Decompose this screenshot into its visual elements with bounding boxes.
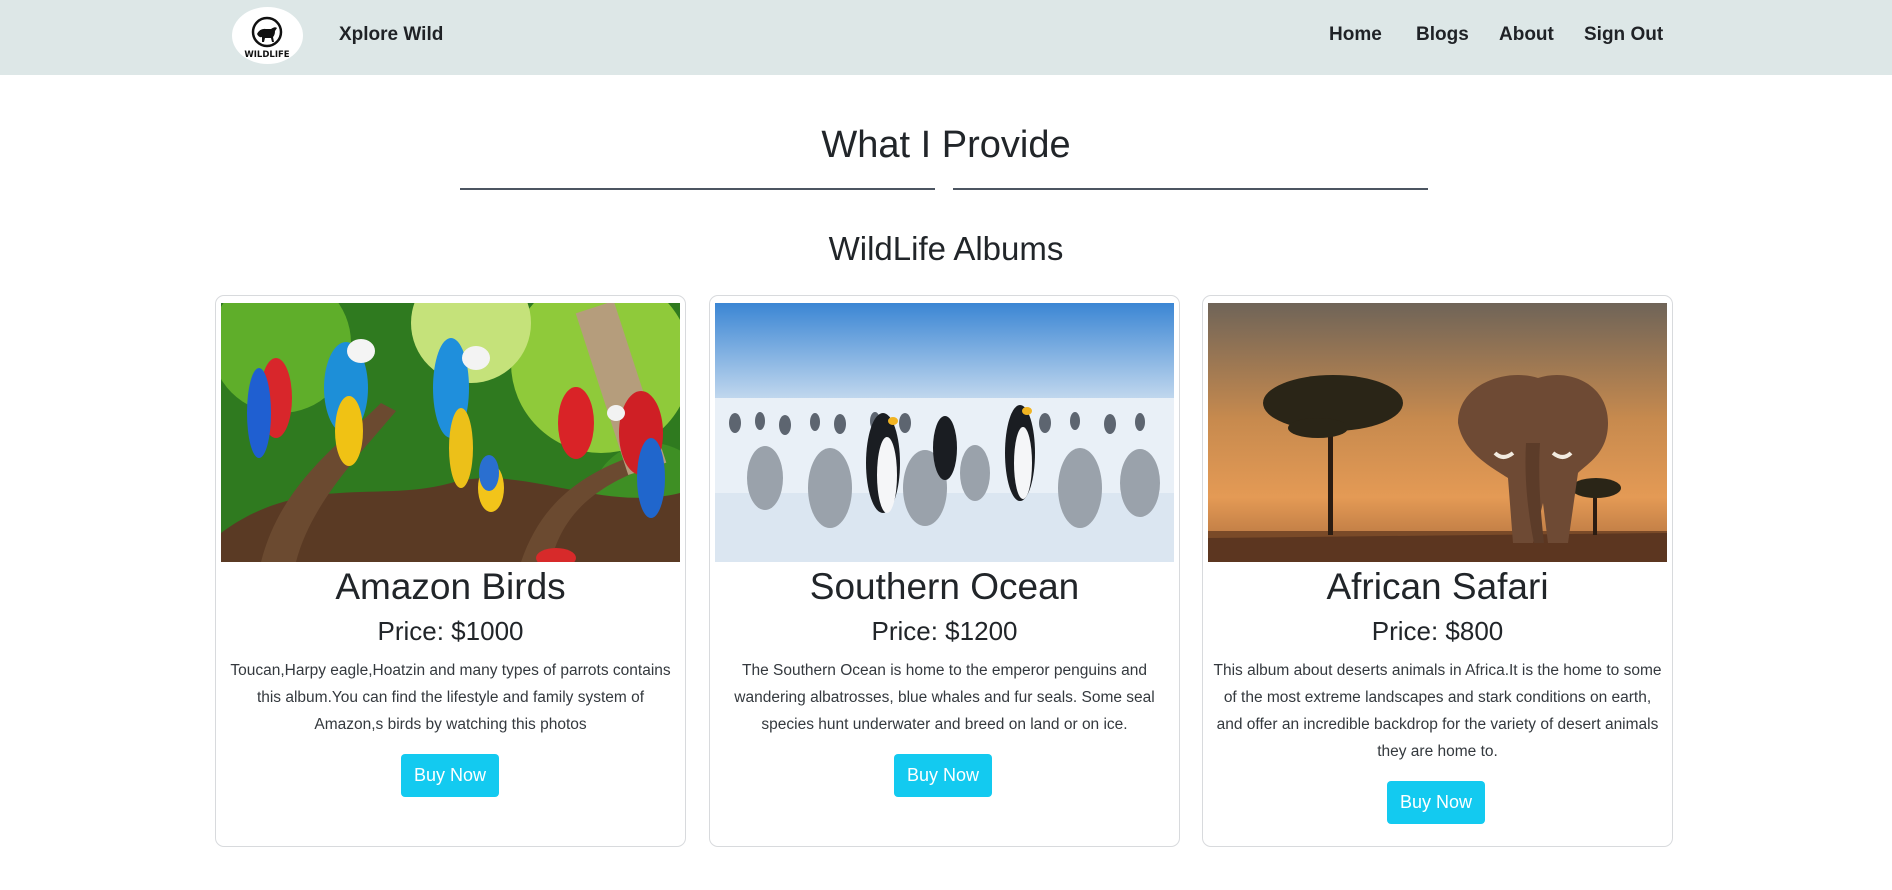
nav-about-link[interactable]: About	[1499, 24, 1554, 46]
nav-blogs-link[interactable]: Blogs	[1416, 24, 1469, 46]
nav-home-link[interactable]: Home	[1329, 24, 1382, 46]
album-description: The Southern Ocean is home to the empero…	[734, 662, 1155, 733]
title-divider-right	[953, 188, 1428, 190]
brand-name[interactable]: Xplore Wild	[339, 24, 443, 46]
buy-now-button[interactable]: Buy Now	[894, 754, 993, 797]
nav-sign-out-link[interactable]: Sign Out	[1584, 24, 1663, 46]
section-title: What I Provide	[821, 124, 1071, 166]
album-price: Price: $800	[1371, 616, 1504, 646]
album-price: Price: $1000	[377, 616, 524, 646]
album-card-southern-ocean: Southern Ocean Price: $1200 The Southern…	[709, 295, 1180, 847]
album-description: Toucan,Harpy eagle,Hoatzin and many type…	[230, 662, 671, 733]
title-divider-left	[460, 188, 935, 190]
buy-now-button[interactable]: Buy Now	[401, 754, 500, 797]
wildlife-logo[interactable]: WILDLIFE	[232, 7, 303, 64]
albums-title: WildLife Albums	[828, 230, 1064, 267]
album-card-african-safari: African Safari Price: $800 This album ab…	[1202, 295, 1673, 847]
album-price: Price: $1200	[871, 616, 1018, 646]
buy-now-button[interactable]: Buy Now	[1387, 781, 1486, 824]
album-title: African Safari	[1326, 566, 1549, 607]
album-description: This album about deserts animals in Afri…	[1213, 662, 1662, 760]
album-card-amazon-birds: Amazon Birds Price: $1000 Toucan,Harpy e…	[215, 295, 686, 847]
album-image-elephant	[1208, 303, 1667, 562]
album-image-parrots	[221, 303, 680, 562]
svg-text:WILDLIFE: WILDLIFE	[244, 50, 289, 60]
navbar: WILDLIFE Xplore Wild Home Blogs About Si…	[0, 0, 1892, 75]
album-title: Southern Ocean	[809, 566, 1080, 607]
album-title: Amazon Birds	[335, 566, 566, 607]
album-image-penguins	[715, 303, 1174, 562]
